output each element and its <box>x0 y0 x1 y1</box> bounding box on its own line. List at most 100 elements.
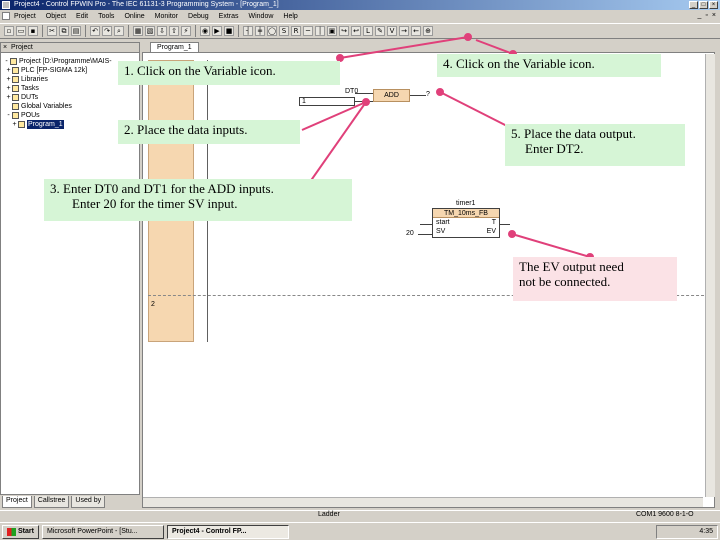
stop-icon[interactable]: ■ <box>224 26 234 36</box>
status-bar: Ladder COM1 9600 8-1-O <box>0 510 720 520</box>
redo-icon[interactable]: ↷ <box>102 26 112 36</box>
paste-icon[interactable]: ▤ <box>71 26 81 36</box>
set-coil-icon[interactable]: S <box>279 26 289 36</box>
variable-icon[interactable]: V <box>387 26 397 36</box>
toolbar: ▫ ▭ ▪ ✂ ⧉ ▤ ↶ ↷ ⌕ ▦ ▧ ⇩ ⇧ ⚡ ◉ ▶ ■ ┤ ╪ ◯ … <box>0 23 720 39</box>
add-output-placeholder[interactable]: ? <box>426 91 430 98</box>
build-icon[interactable]: ▧ <box>145 26 155 36</box>
return-icon[interactable]: ↩ <box>351 26 361 36</box>
timer-q-pin: T <box>491 219 496 226</box>
copy-icon[interactable]: ⧉ <box>59 26 69 36</box>
input-icon[interactable]: → <box>399 26 409 36</box>
tree-item-tasks[interactable]: + Tasks <box>1 84 139 93</box>
tasks-icon <box>12 85 19 92</box>
timer-ev-pin: EV <box>486 228 496 235</box>
tab-callstree[interactable]: Callstree <box>33 496 70 508</box>
close-icon[interactable]: × <box>3 43 7 53</box>
app-icon <box>2 1 10 9</box>
timer-function-block[interactable]: TM_10ms_FB start T SV EV <box>432 208 500 238</box>
find-icon[interactable]: ⌕ <box>114 26 124 36</box>
menu-edit[interactable]: Edit <box>76 13 88 20</box>
menu-help[interactable]: Help <box>283 13 297 20</box>
download-icon[interactable]: ⇩ <box>157 26 167 36</box>
timer-sv-value[interactable]: 20 <box>406 230 414 237</box>
menu-window[interactable]: Window <box>249 13 274 20</box>
callout-step-4: 4. Click on the Variable icon. <box>437 54 661 77</box>
callout-ev-note: The EV output need not be connected. <box>513 257 677 301</box>
horizontal-scrollbar[interactable] <box>143 497 703 507</box>
doc-close-button[interactable]: × <box>712 12 716 19</box>
tab-used-by[interactable]: Used by <box>71 496 106 508</box>
monitor-icon[interactable]: ◉ <box>200 26 210 36</box>
close-button[interactable]: × <box>709 1 718 9</box>
menu-project[interactable]: Project <box>14 13 36 20</box>
system-tray: 4:35 <box>656 525 718 539</box>
doc-restore-button[interactable]: ▫ <box>705 12 707 19</box>
duts-icon <box>12 94 19 101</box>
global-variables-icon <box>12 103 19 110</box>
zoom-icon[interactable]: ⊕ <box>423 26 433 36</box>
tab-project[interactable]: Project <box>2 496 32 508</box>
taskbar-item-powerpoint[interactable]: Microsoft PowerPoint - [Stu... <box>41 524 164 539</box>
reset-coil-icon[interactable]: R <box>291 26 301 36</box>
taskbar-item-fpwin[interactable]: Project4 - Control FP... <box>166 524 289 539</box>
wire <box>355 101 373 102</box>
cut-icon[interactable]: ✂ <box>47 26 57 36</box>
title-bar: Project4 - Control FPWIN Pro - The IEC 6… <box>0 0 720 10</box>
timer-sv-pin: SV <box>436 228 446 235</box>
online-icon[interactable]: ⚡ <box>181 26 191 36</box>
navigator-header: × Project <box>1 43 139 53</box>
libraries-icon <box>12 76 19 83</box>
tree-item-pous[interactable]: - POUs <box>1 111 139 120</box>
wire <box>500 224 510 225</box>
project-navigator: × Project - Project [D:\Programme\MAIS- +… <box>0 42 140 495</box>
timer-instance-name[interactable]: timer1 <box>456 200 475 207</box>
menu-bar: Project Object Edit Tools Online Monitor… <box>0 10 720 22</box>
document-icon <box>2 12 10 20</box>
open-icon[interactable]: ▭ <box>16 26 26 36</box>
pous-icon <box>12 112 19 119</box>
compile-icon[interactable]: ▦ <box>133 26 143 36</box>
variable-input-box[interactable]: 1 <box>299 97 355 106</box>
undo-icon[interactable]: ↶ <box>90 26 100 36</box>
taskbar: Start Microsoft PowerPoint - [Stu... Pro… <box>0 522 720 540</box>
tree-item-global-variables[interactable]: Global Variables <box>1 102 139 111</box>
contact-nc-icon[interactable]: ╪ <box>255 26 265 36</box>
line-v-icon[interactable]: │ <box>315 26 325 36</box>
tab-program-1[interactable]: Program_1 <box>150 42 199 52</box>
save-icon[interactable]: ▪ <box>28 26 38 36</box>
start-button[interactable]: Start <box>2 524 39 539</box>
menu-monitor[interactable]: Monitor <box>155 13 178 20</box>
line-h-icon[interactable]: ─ <box>303 26 313 36</box>
menu-online[interactable]: Online <box>124 13 144 20</box>
output-icon[interactable]: ← <box>411 26 421 36</box>
wire <box>418 234 432 235</box>
comment-icon[interactable]: ✎ <box>375 26 385 36</box>
new-icon[interactable]: ▫ <box>4 26 14 36</box>
wire <box>420 224 432 225</box>
coil-icon[interactable]: ◯ <box>267 26 277 36</box>
program-icon <box>18 121 25 128</box>
project-icon <box>10 58 17 65</box>
menu-debug[interactable]: Debug <box>188 13 209 20</box>
minimize-button[interactable]: _ <box>689 1 698 9</box>
contact-no-icon[interactable]: ┤ <box>243 26 253 36</box>
clock: 4:35 <box>699 528 713 535</box>
function-block-icon[interactable]: ▣ <box>327 26 337 36</box>
add-function-block[interactable]: ADD <box>373 89 410 102</box>
menu-object[interactable]: Object <box>46 13 66 20</box>
vertical-scrollbar[interactable] <box>705 54 715 497</box>
callout-step-2: 2. Place the data inputs. <box>118 120 300 144</box>
upload-icon[interactable]: ⇧ <box>169 26 179 36</box>
wire <box>410 95 426 96</box>
windows-flag-icon <box>7 527 16 536</box>
label-icon[interactable]: L <box>363 26 373 36</box>
doc-minimize-button[interactable]: _ <box>698 12 702 19</box>
run-icon[interactable]: ▶ <box>212 26 222 36</box>
maximize-button[interactable]: □ <box>699 1 708 9</box>
tree-item-duts[interactable]: + DUTs <box>1 93 139 102</box>
jump-icon[interactable]: ↪ <box>339 26 349 36</box>
menu-extras[interactable]: Extras <box>219 13 239 20</box>
menu-tools[interactable]: Tools <box>98 13 114 20</box>
plc-icon <box>12 67 19 74</box>
